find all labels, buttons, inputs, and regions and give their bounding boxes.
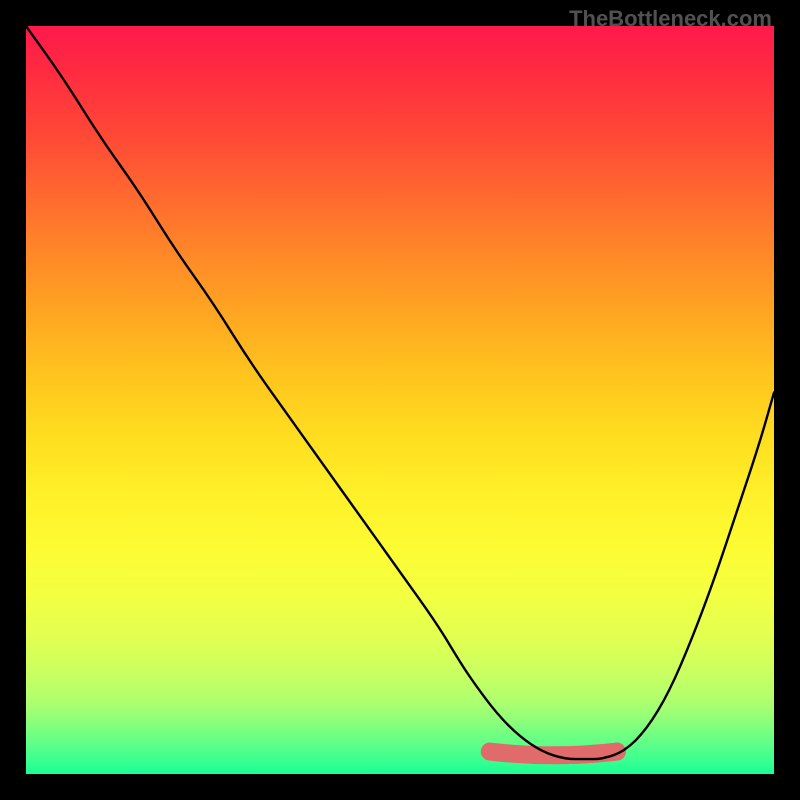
chart-container: TheBottleneck.com <box>0 0 800 800</box>
watermark-text: TheBottleneck.com <box>569 6 772 32</box>
plot-area <box>26 26 774 774</box>
bottleneck-curve <box>26 26 774 759</box>
chart-overlay <box>26 26 774 774</box>
